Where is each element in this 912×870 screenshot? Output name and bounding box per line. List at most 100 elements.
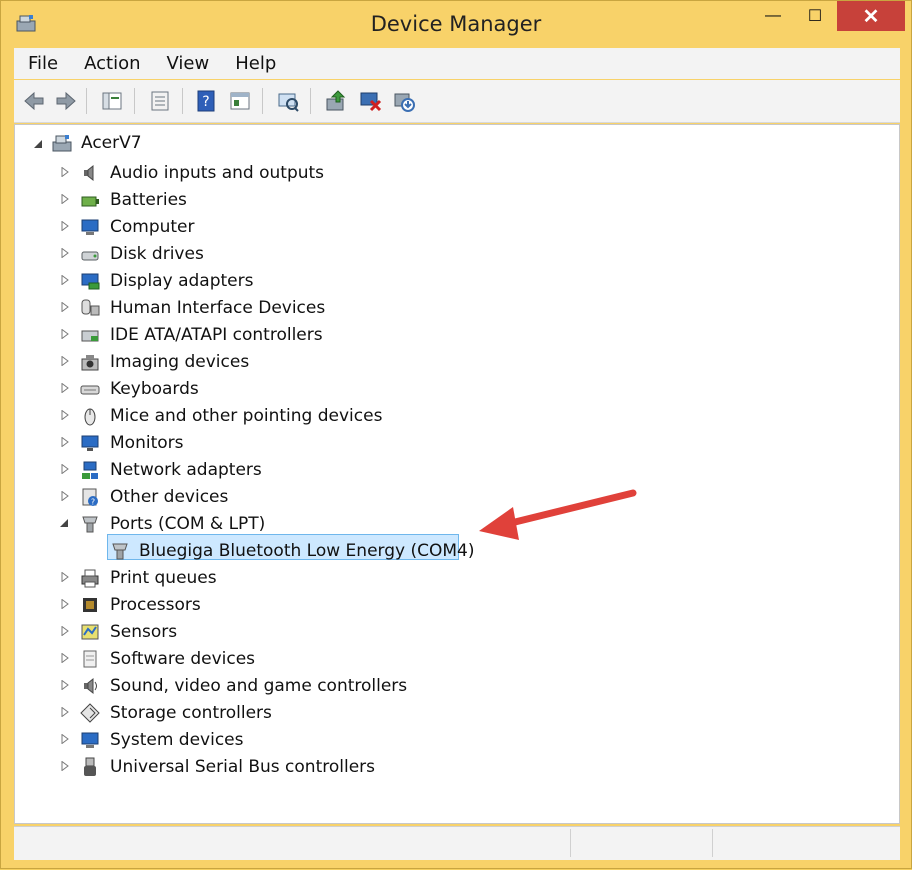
toolbar-separator — [310, 88, 311, 114]
disk-drive-icon — [81, 251, 99, 261]
show-hide-tree-icon[interactable] — [100, 89, 124, 113]
menu-action[interactable]: Action — [70, 53, 152, 74]
expand-arrow-icon[interactable] — [60, 653, 70, 663]
keyboard-icon — [80, 385, 100, 395]
close-button[interactable]: ✕ — [837, 1, 905, 31]
expand-arrow-icon[interactable] — [60, 194, 70, 204]
tree-item-ports-com-lpt[interactable]: Ports (COM & LPT) — [110, 514, 265, 534]
expand-arrow-icon[interactable] — [60, 329, 70, 339]
printer-icon — [81, 569, 99, 588]
tree-item-batteries[interactable]: Batteries — [110, 190, 187, 210]
disable-icon[interactable] — [392, 89, 416, 113]
computer-icon — [81, 219, 99, 235]
menu-bar: File Action View Help — [14, 48, 900, 79]
storage-icon — [80, 703, 100, 723]
collapse-arrow-icon[interactable] — [59, 518, 69, 528]
title-bar[interactable]: Device Manager — ☐ ✕ — [1, 1, 911, 47]
expand-arrow-icon[interactable] — [60, 275, 70, 285]
minimize-icon: — — [765, 7, 781, 24]
tree-item-audio-inputs-and-outputs[interactable]: Audio inputs and outputs — [110, 163, 324, 183]
ide-controller-icon — [81, 330, 99, 342]
sound-icon — [84, 677, 97, 695]
forward-icon[interactable] — [54, 89, 78, 113]
svg-text:?: ? — [91, 498, 95, 507]
camera-icon — [81, 355, 99, 371]
toolbar-separator — [134, 88, 135, 114]
expand-arrow-icon[interactable] — [60, 761, 70, 771]
tree-item-bluegiga-bluetooth-low-energy-com4[interactable]: Bluegiga Bluetooth Low Energy (COM4) — [139, 541, 474, 561]
tree-root-label[interactable]: AcerV7 — [81, 133, 142, 153]
status-bar — [14, 826, 900, 860]
tree-item-keyboards[interactable]: Keyboards — [110, 379, 199, 399]
expand-arrow-icon[interactable] — [60, 302, 70, 312]
expand-arrow-icon[interactable] — [60, 734, 70, 744]
expand-arrow-icon[interactable] — [60, 599, 70, 609]
minimize-button[interactable]: — — [753, 1, 793, 31]
monitor-icon — [81, 435, 99, 451]
toolbar: ? — [14, 80, 900, 123]
tree-item-disk-drives[interactable]: Disk drives — [110, 244, 204, 264]
tree-item-sensors[interactable]: Sensors — [110, 622, 177, 642]
uninstall-icon[interactable] — [359, 89, 383, 113]
expand-arrow-icon[interactable] — [60, 572, 70, 582]
tree-item-software-devices[interactable]: Software devices — [110, 649, 255, 669]
system-device-icon — [81, 732, 99, 748]
device-tree[interactable]: AcerV7 Audio inputs and outputs Batteries… — [14, 124, 900, 824]
tree-item-storage-controllers[interactable]: Storage controllers — [110, 703, 272, 723]
expand-arrow-icon[interactable] — [60, 383, 70, 393]
expand-arrow-icon[interactable] — [60, 680, 70, 690]
software-device-icon — [83, 650, 97, 668]
toolbar-separator — [182, 88, 183, 114]
unknown-device-icon: ? — [82, 488, 98, 507]
tree-item-ide-ata-atapi-controllers[interactable]: IDE ATA/ATAPI controllers — [110, 325, 323, 345]
expand-arrow-icon[interactable] — [60, 248, 70, 258]
expand-arrow-icon[interactable] — [60, 491, 70, 501]
properties-icon[interactable] — [148, 89, 172, 113]
hid-icon — [81, 299, 100, 316]
tree-item-imaging-devices[interactable]: Imaging devices — [110, 352, 249, 372]
tree-item-mice-and-other-pointing-devices[interactable]: Mice and other pointing devices — [110, 406, 382, 426]
expand-arrow-icon[interactable] — [60, 464, 70, 474]
expand-arrow-icon[interactable] — [60, 356, 70, 366]
battery-icon — [81, 196, 99, 207]
tree-item-human-interface-devices[interactable]: Human Interface Devices — [110, 298, 325, 318]
svg-text:?: ? — [202, 94, 209, 110]
mouse-icon — [84, 408, 96, 426]
tree-item-sound-video-and-game-controllers[interactable]: Sound, video and game controllers — [110, 676, 407, 696]
menu-help[interactable]: Help — [221, 53, 288, 74]
close-icon: ✕ — [862, 5, 880, 28]
menu-file[interactable]: File — [14, 53, 70, 74]
tree-item-system-devices[interactable]: System devices — [110, 730, 244, 750]
processor-icon — [83, 598, 97, 612]
network-icon — [82, 461, 98, 479]
toolbar-separator — [262, 88, 263, 114]
update-driver-icon[interactable] — [324, 89, 348, 113]
expand-arrow-icon[interactable] — [60, 707, 70, 717]
help-icon[interactable]: ? — [194, 89, 218, 113]
computer-root-icon — [52, 135, 72, 152]
tree-item-display-adapters[interactable]: Display adapters — [110, 271, 253, 291]
display-adapter-icon — [81, 273, 100, 290]
expand-arrow-icon[interactable] — [60, 437, 70, 447]
tree-item-monitors[interactable]: Monitors — [110, 433, 183, 453]
status-divider — [712, 829, 714, 857]
port-icon — [82, 516, 98, 533]
expand-arrow-icon[interactable] — [60, 410, 70, 420]
expand-arrow-icon[interactable] — [60, 167, 70, 177]
tree-item-other-devices[interactable]: Other devices — [110, 487, 228, 507]
menu-view[interactable]: View — [153, 53, 222, 74]
scan-hardware-icon[interactable] — [276, 89, 300, 113]
status-divider — [570, 829, 572, 857]
view-icon[interactable] — [228, 89, 252, 113]
tree-item-universal-serial-bus-controllers[interactable]: Universal Serial Bus controllers — [110, 757, 375, 777]
tree-item-computer[interactable]: Computer — [110, 217, 195, 237]
expand-arrow-icon[interactable] — [60, 221, 70, 231]
tree-item-print-queues[interactable]: Print queues — [110, 568, 217, 588]
maximize-icon: ☐ — [807, 8, 823, 25]
tree-item-processors[interactable]: Processors — [110, 595, 201, 615]
maximize-button[interactable]: ☐ — [795, 1, 835, 31]
back-icon[interactable] — [22, 89, 46, 113]
expand-arrow-icon[interactable] — [60, 626, 70, 636]
collapse-arrow-icon[interactable] — [33, 139, 43, 149]
tree-item-network-adapters[interactable]: Network adapters — [110, 460, 262, 480]
